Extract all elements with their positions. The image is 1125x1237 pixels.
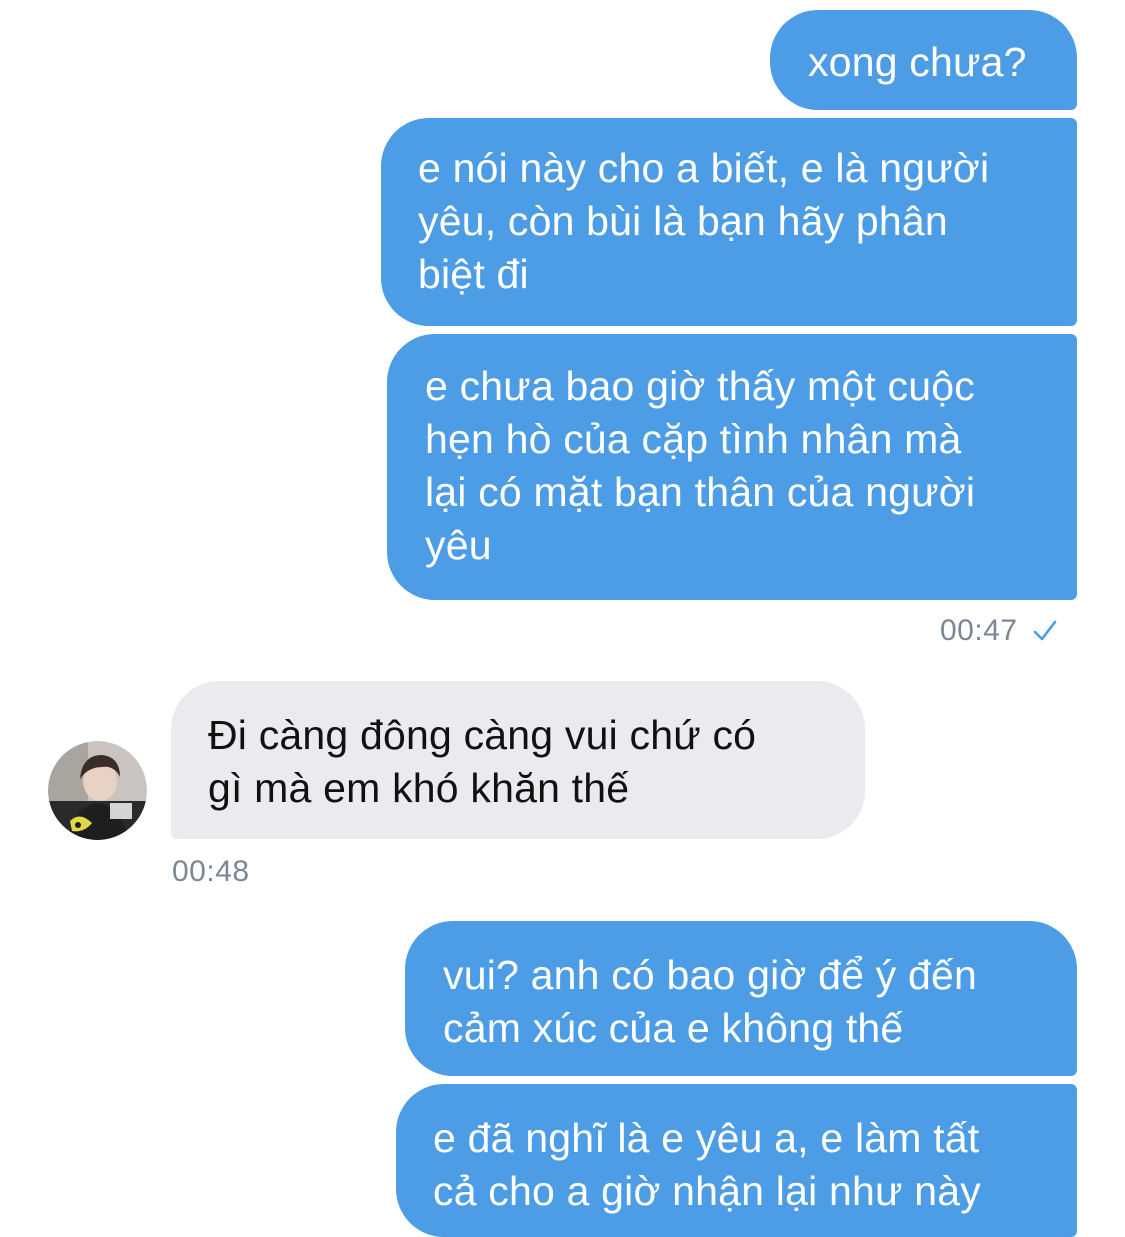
incoming-message-bubble[interactable]: Đi càng đông càng vui chứ có gì mà em kh… [171, 681, 865, 839]
message-text: Đi càng đông càng vui chứ có gì mà em kh… [208, 712, 757, 811]
outgoing-message-bubble[interactable]: e đã nghĩ là e yêu a, e làm tất cả cho a… [396, 1084, 1077, 1237]
outgoing-message-bubble[interactable]: xong chưa? [770, 10, 1077, 110]
outgoing-message-bubble[interactable]: vui? anh có bao giờ để ý đến cảm xúc của… [405, 921, 1077, 1076]
avatar-image [48, 741, 147, 840]
timestamp-text: 00:48 [172, 855, 250, 888]
message-text: xong chưa? [808, 39, 1027, 85]
message-timestamp: 00:47 [940, 614, 1058, 652]
message-text: e nói này cho a biết, e là người yêu, cò… [418, 145, 990, 297]
message-timestamp: 00:48 [172, 855, 250, 889]
avatar[interactable] [48, 741, 147, 840]
outgoing-message-bubble[interactable]: e chưa bao giờ thấy một cuộc hẹn hò của … [387, 334, 1077, 600]
message-text: e đã nghĩ là e yêu a, e làm tất cả cho a… [433, 1115, 981, 1214]
timestamp-text: 00:47 [940, 614, 1018, 647]
outgoing-message-bubble[interactable]: e nói này cho a biết, e là người yêu, cò… [381, 118, 1077, 326]
message-text: e chưa bao giờ thấy một cuộc hẹn hò của … [425, 363, 976, 568]
checkmark-icon [1032, 618, 1058, 652]
chat-thread: xong chưa? e nói này cho a biết, e là ng… [0, 0, 1125, 1237]
message-text: vui? anh có bao giờ để ý đến cảm xúc của… [443, 952, 977, 1051]
